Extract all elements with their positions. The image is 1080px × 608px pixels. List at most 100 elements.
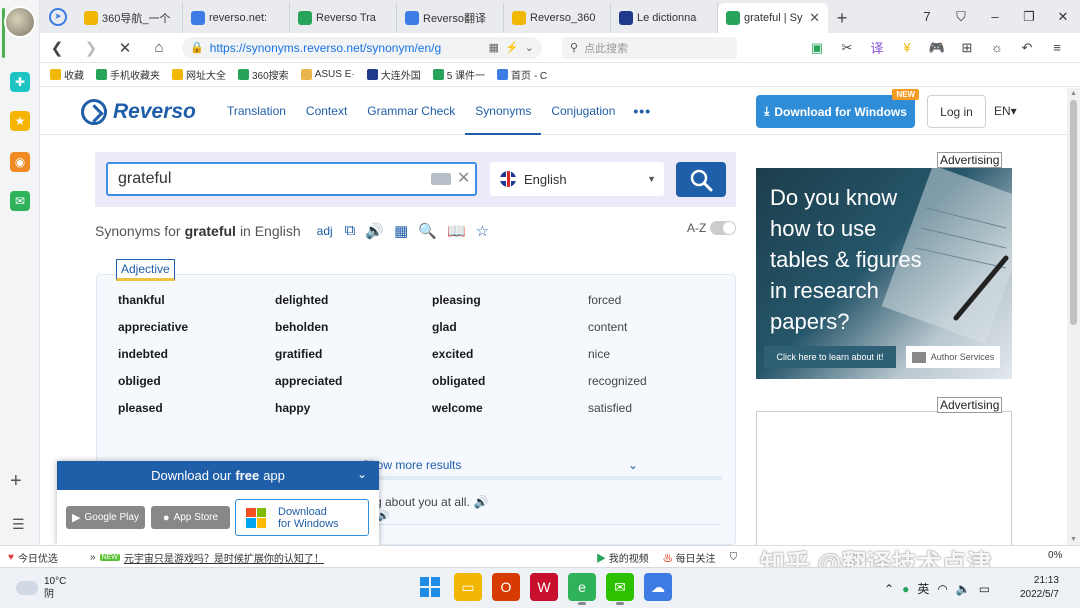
panel-menu-icon[interactable]: ☰	[12, 516, 25, 533]
browser-tab[interactable]: Reverso_360	[504, 3, 611, 33]
speaker-icon[interactable]: 🔊	[365, 222, 384, 240]
keyboard-icon[interactable]	[431, 173, 451, 185]
table-icon[interactable]: ▦	[394, 222, 408, 240]
login-button[interactable]: Log in	[927, 95, 986, 128]
chevron-down-icon[interactable]: ⌄	[357, 467, 367, 481]
interface-language-select[interactable]: EN▾	[994, 104, 1017, 118]
chevron-down-icon[interactable]: ⌄	[525, 41, 534, 54]
synonym-item[interactable]: appreciative	[118, 320, 275, 334]
search-button[interactable]	[676, 162, 726, 197]
ad-cta-button[interactable]: Click here to learn about it!	[764, 346, 896, 368]
scroll-down-icon[interactable]: ▼	[1070, 536, 1077, 543]
nav-context[interactable]: Context	[296, 88, 357, 135]
synonym-item[interactable]: pleasing	[432, 293, 588, 307]
nav-synonyms[interactable]: Synonyms	[465, 88, 542, 135]
scroll-up-icon[interactable]: ▲	[1070, 90, 1077, 97]
tray-expand-icon[interactable]: ⌃	[884, 582, 894, 596]
qr-icon[interactable]: ▦	[489, 41, 499, 54]
office-icon[interactable]: O	[492, 573, 520, 601]
bookmark-item[interactable]: 360搜索	[238, 67, 289, 82]
bookmark-item[interactable]: 首页 - C	[497, 67, 547, 82]
synonym-item[interactable]: pleased	[118, 401, 275, 415]
google-play-button[interactable]: ▶ Google Play	[66, 506, 145, 529]
home-icon[interactable]: ⌂	[142, 39, 176, 56]
bookmark-item[interactable]: 5 课件一	[432, 67, 485, 82]
synonym-item[interactable]: appreciated	[275, 374, 432, 388]
scroll-thumb[interactable]	[1070, 100, 1077, 325]
nav-translation[interactable]: Translation	[217, 88, 296, 135]
volume-icon[interactable]: 🔈	[956, 582, 971, 596]
daily-picks[interactable]: ♥ 今日优选	[8, 550, 58, 565]
translate-icon[interactable]: 译	[864, 38, 890, 57]
book-icon[interactable]: 📖	[447, 222, 466, 240]
synonym-item[interactable]: obliged	[118, 374, 275, 388]
browser-tab[interactable]: grateful | Sy ✕	[718, 3, 828, 33]
browser-tab[interactable]: reverso.net:	[183, 3, 290, 33]
browser-logo[interactable]: ➤	[40, 0, 76, 33]
synonym-item[interactable]: obligated	[432, 374, 588, 388]
expand-chevron-icon[interactable]: ⌄	[628, 458, 638, 472]
undo-icon[interactable]: ↶	[1014, 40, 1040, 56]
ime-indicator[interactable]: 英	[917, 580, 929, 597]
bolt-icon[interactable]: ⚡	[505, 41, 519, 54]
synonym-item[interactable]: satisfied	[588, 401, 708, 415]
bookmark-item[interactable]: ASUS E·	[300, 69, 355, 80]
skin-button[interactable]: ⛉	[944, 9, 978, 25]
bookmark-item[interactable]: 大连外国	[366, 67, 421, 82]
popup-header[interactable]: Download our free app ⌄	[57, 461, 379, 490]
user-avatar[interactable]	[4, 6, 36, 38]
browser-tab[interactable]: Le dictionna	[611, 3, 718, 33]
cloud-app-icon[interactable]: ☁	[644, 573, 672, 601]
nav-grammar-check[interactable]: Grammar Check	[357, 88, 465, 135]
ad-banner[interactable]: Do you know how to use tables & figures …	[756, 168, 1012, 379]
shield-icon[interactable]: ⛉	[730, 552, 738, 563]
tab-close-icon[interactable]: ✕	[809, 10, 820, 26]
reader-icon[interactable]: ▣	[804, 40, 830, 56]
az-sort-toggle[interactable]: A-Z	[687, 221, 737, 235]
browser-search-field[interactable]: ⚲ 点此搜索	[562, 36, 737, 59]
zoom-level[interactable]: 0%	[1048, 550, 1062, 561]
bookmark-item[interactable]: 手机收藏夹	[96, 67, 160, 82]
nav-more-button[interactable]: •••	[625, 88, 659, 135]
windows-start-icon[interactable]	[416, 573, 444, 601]
bookmark-item[interactable]: 收藏	[50, 67, 84, 82]
word-search-input[interactable]	[106, 162, 477, 196]
new-tab-button[interactable]: +	[828, 3, 856, 33]
battery-icon[interactable]: ▭	[979, 582, 990, 596]
browser-tab[interactable]: Reverso Tra	[290, 3, 397, 33]
stop-loading-button[interactable]: ✕	[108, 39, 142, 57]
language-dropdown[interactable]: English ▼	[490, 162, 664, 196]
synonym-item[interactable]: forced	[588, 293, 708, 307]
synonym-item[interactable]: excited	[432, 347, 588, 361]
mail-icon[interactable]: ✉	[10, 191, 30, 211]
copy-icon[interactable]: ⧉	[345, 222, 356, 240]
synonym-item[interactable]: thankful	[118, 293, 275, 307]
close-window-button[interactable]: ✕	[1046, 9, 1080, 25]
browser-360-icon[interactable]: e	[568, 573, 596, 605]
maximize-button[interactable]: ❐	[1012, 9, 1046, 25]
wps-icon[interactable]: W	[530, 573, 558, 601]
my-videos-link[interactable]: ▶ 我的视频	[596, 550, 649, 565]
daily-focus-link[interactable]: ♨ 每日关注	[663, 550, 716, 565]
tab-count-button[interactable]: 7	[910, 9, 944, 24]
add-panel-icon[interactable]: +	[10, 470, 22, 493]
synonym-item[interactable]: happy	[275, 401, 432, 415]
forward-button[interactable]: ❯	[74, 39, 108, 57]
favorites-star-icon[interactable]: ★	[10, 111, 30, 131]
app-store-button[interactable]: ● App Store	[151, 506, 230, 529]
browser-tab[interactable]: 360导航_一个	[76, 3, 183, 33]
synonym-item[interactable]: indebted	[118, 347, 275, 361]
synonym-item[interactable]: recognized	[588, 374, 708, 388]
download-windows-button[interactable]: ⤓ Download for Windows NEW	[756, 89, 919, 128]
synonym-item[interactable]: glad	[432, 320, 588, 334]
speaker-icon[interactable]: 🔊	[474, 495, 489, 509]
tab-adjective[interactable]: Adjective	[116, 259, 175, 281]
synonym-item[interactable]: beholden	[275, 320, 432, 334]
news-link[interactable]: 元宇宙只是游戏吗？是时候扩展你的认知了！	[124, 550, 324, 565]
minimize-button[interactable]: –	[978, 9, 1012, 24]
news-ticker[interactable]: » NEW 元宇宙只是游戏吗？是时候扩展你的认知了！	[90, 550, 324, 565]
menu-icon[interactable]: ≡	[1044, 40, 1070, 55]
system-clock[interactable]: 21:13 2022/5/7	[1020, 574, 1059, 602]
synonym-item[interactable]: welcome	[432, 401, 588, 415]
file-explorer-icon[interactable]: ▭	[454, 573, 482, 601]
